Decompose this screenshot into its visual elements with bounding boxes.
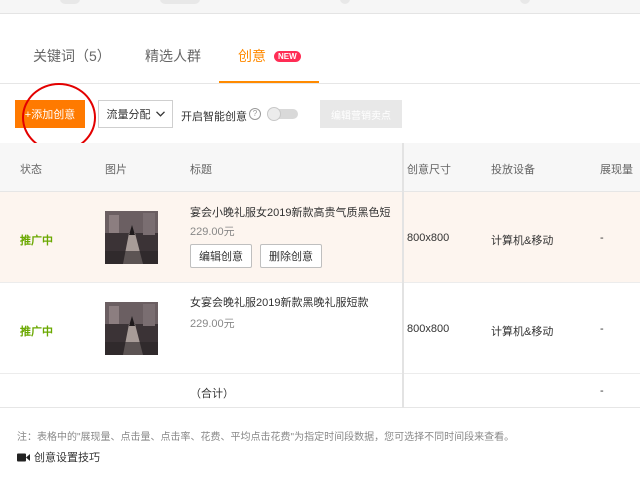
total-impressions: - bbox=[600, 385, 604, 397]
column-divider bbox=[402, 143, 404, 408]
creative-device: 计算机&移动 bbox=[491, 235, 554, 247]
creative-title[interactable]: 宴会小晚礼服女2019新款高贵气质黑色短 bbox=[190, 204, 390, 220]
top-bar-shape bbox=[520, 0, 530, 4]
edit-creative-button[interactable]: 编辑创意 bbox=[190, 244, 252, 268]
status-badge: 推广中 bbox=[20, 326, 53, 338]
header-device: 投放设备 bbox=[491, 164, 535, 176]
product-thumbnail[interactable] bbox=[105, 302, 158, 355]
tab-keywords[interactable]: 关键词（5） bbox=[33, 46, 111, 66]
total-label: （合计） bbox=[190, 388, 234, 400]
header-status: 状态 bbox=[20, 164, 42, 176]
traffic-distribution-dropdown[interactable]: 流量分配 bbox=[98, 100, 173, 128]
add-creative-button[interactable]: +添加创意 bbox=[15, 100, 85, 128]
product-photo bbox=[105, 302, 158, 355]
table-total-row: （合计） - bbox=[0, 374, 640, 408]
creative-price: 229.00元 bbox=[190, 318, 235, 330]
creative-size: 800x800 bbox=[407, 323, 450, 335]
tab-creatives[interactable]: 创意 NEW bbox=[238, 46, 301, 66]
tab-bar: 关键词（5） 精选人群 创意 NEW bbox=[0, 14, 640, 84]
toggle-knob bbox=[267, 107, 281, 121]
tab-creatives-label: 创意 bbox=[238, 48, 266, 64]
header-image: 图片 bbox=[105, 164, 127, 176]
traffic-distribution-label: 流量分配 bbox=[106, 109, 151, 121]
creative-tips-link[interactable]: 创意设置技巧 bbox=[17, 449, 100, 465]
delete-creative-button[interactable]: 删除创意 bbox=[260, 244, 322, 268]
table-row: 推广中 女宴会晚礼服2019新款黑晚礼服短款 229.00元 800x800 计… bbox=[0, 283, 640, 374]
new-badge: NEW bbox=[274, 51, 301, 62]
smart-creative-label: 开启智能创意 bbox=[181, 111, 247, 123]
header-impressions[interactable]: 展现量 bbox=[600, 161, 633, 177]
top-bar-shape bbox=[60, 0, 80, 4]
tab-selected-audience[interactable]: 精选人群 bbox=[145, 46, 201, 66]
table-note: 注：表格中的"展现量、点击量、点击率、花费、平均点击花费"为指定时间段数据，您可… bbox=[17, 432, 515, 443]
video-camera-icon bbox=[17, 453, 30, 462]
top-bar-shape bbox=[340, 0, 350, 4]
active-tab-indicator bbox=[219, 81, 319, 83]
chevron-down-icon bbox=[155, 111, 165, 117]
creative-size: 800x800 bbox=[407, 232, 450, 244]
help-icon[interactable]: ? bbox=[249, 108, 261, 120]
creative-impressions: - bbox=[600, 323, 604, 335]
creative-device: 计算机&移动 bbox=[491, 326, 554, 338]
creative-title[interactable]: 女宴会晚礼服2019新款黑晚礼服短款 bbox=[190, 294, 368, 310]
product-thumbnail[interactable] bbox=[105, 211, 158, 264]
creative-price: 229.00元 bbox=[190, 226, 235, 238]
table-row: 推广中 宴会小晚礼服女2019新款高贵气质黑色短 229.00元 编辑创意 删除… bbox=[0, 192, 640, 283]
table-header: 状态 图片 标题 创意尺寸 投放设备 展现量 bbox=[0, 143, 640, 192]
smart-creative-toggle[interactable] bbox=[267, 107, 298, 121]
product-photo bbox=[105, 211, 158, 264]
top-bar-shape bbox=[160, 0, 200, 4]
header-title: 标题 bbox=[190, 164, 212, 176]
edit-selling-points-button[interactable]: 编辑营销卖点 bbox=[320, 100, 402, 128]
creative-tips-label: 创意设置技巧 bbox=[34, 452, 100, 464]
status-badge: 推广中 bbox=[20, 235, 53, 247]
top-bar-remnant bbox=[0, 0, 640, 14]
header-size: 创意尺寸 bbox=[407, 164, 451, 176]
creative-impressions: - bbox=[600, 232, 604, 244]
toolbar: +添加创意 流量分配 开启智能创意 ? 编辑营销卖点 bbox=[0, 100, 640, 132]
